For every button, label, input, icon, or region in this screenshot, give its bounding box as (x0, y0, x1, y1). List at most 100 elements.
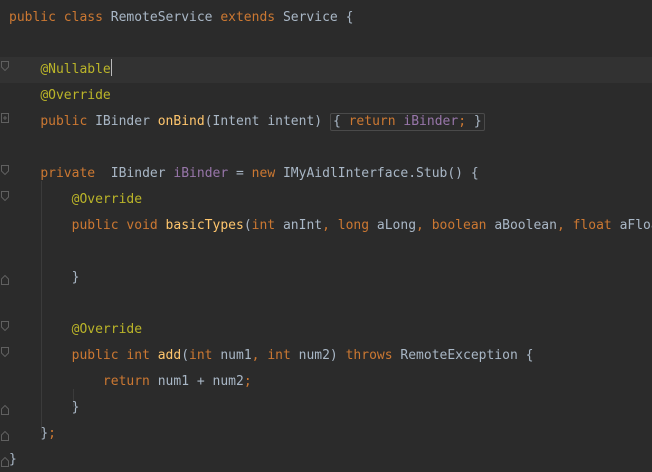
code-text: @Nullable (9, 57, 112, 83)
code-text: public class RemoteService extends Servi… (9, 5, 353, 31)
code-token: return (102, 374, 158, 389)
code-token: @Override (71, 192, 143, 207)
fold-marker-icon[interactable] (1, 61, 9, 71)
code-text: } (9, 447, 17, 472)
code-line[interactable]: @Override (0, 187, 652, 213)
code-token: IBinder (110, 166, 174, 181)
code-token: , (251, 348, 268, 363)
fold-marker-icon[interactable] (1, 321, 9, 331)
code-token: aFloat (619, 218, 652, 233)
code-token: (Intent intent) (204, 114, 330, 129)
code-line[interactable] (0, 135, 652, 161)
code-token: long (337, 218, 377, 233)
fold-marker-icon[interactable] (1, 457, 9, 467)
fold-marker-icon[interactable] (1, 431, 9, 441)
text-caret (110, 59, 112, 76)
code-line[interactable]: return num1 + num2; (0, 369, 652, 395)
code-token: RemoteService (110, 10, 221, 25)
code-token: aBoolean (494, 218, 557, 233)
fold-expand-icon[interactable] (1, 113, 9, 123)
code-text: @Override (9, 317, 142, 343)
code-line[interactable]: private IBinder iBinder = new IMyAidlInt… (0, 161, 652, 187)
code-token: boolean (431, 218, 495, 233)
code-token: iBinder (403, 114, 459, 129)
code-token: int (189, 348, 221, 363)
fold-marker-icon[interactable] (1, 275, 9, 285)
code-token: public class (9, 10, 111, 25)
code-token: } (71, 400, 80, 415)
code-token: int (267, 348, 299, 363)
code-token: @Override (71, 322, 143, 337)
code-token: } (473, 114, 482, 129)
code-line[interactable] (0, 239, 652, 265)
code-text: public void basicTypes(int anInt, long a… (9, 213, 652, 239)
code-token: Service { (282, 10, 354, 25)
code-line[interactable] (0, 31, 652, 57)
code-token: new (251, 166, 283, 181)
code-text: } (9, 395, 80, 421)
code-token: { (332, 114, 349, 129)
fold-marker-icon[interactable] (1, 347, 9, 357)
code-line[interactable]: public IBinder onBind(Intent intent) { r… (0, 109, 652, 135)
code-token: ( (181, 348, 190, 363)
code-line[interactable]: public void basicTypes(int anInt, long a… (0, 213, 652, 239)
code-token: RemoteException { (400, 348, 534, 363)
code-text: private IBinder iBinder = new IMyAidlInt… (9, 161, 479, 187)
code-token: @Nullable (40, 62, 111, 77)
code-token: onBind (157, 114, 205, 129)
code-token: ; (458, 114, 474, 129)
code-line[interactable]: } (0, 265, 652, 291)
code-token: basicTypes (165, 218, 244, 233)
fold-marker-icon[interactable] (1, 165, 9, 175)
code-token: public void (71, 218, 166, 233)
code-line[interactable]: public int add(int num1, int num2) throw… (0, 343, 652, 369)
code-token: } (71, 270, 80, 285)
fold-marker-icon[interactable] (1, 191, 9, 201)
code-line[interactable]: @Override (0, 83, 652, 109)
code-line-current[interactable]: @Nullable (0, 57, 652, 83)
code-text: @Override (9, 187, 142, 213)
code-token: throws (345, 348, 401, 363)
code-token: , (556, 218, 573, 233)
code-token: int (251, 218, 283, 233)
folded-code-block[interactable]: { return iBinder; } (329, 113, 485, 131)
code-token: ; (243, 374, 252, 389)
fold-marker-icon[interactable] (1, 405, 9, 415)
code-text: public int add(int num1, int num2) throw… (9, 343, 534, 369)
code-line[interactable]: }; (0, 421, 652, 447)
code-token: add (157, 348, 182, 363)
code-token: iBinder (173, 166, 237, 181)
code-line[interactable] (0, 291, 652, 317)
code-token: IBinder (95, 114, 158, 129)
code-token: public int (71, 348, 158, 363)
code-line[interactable]: public class RemoteService extends Servi… (0, 5, 652, 31)
code-token: IMyAidlInterface.Stub() { (282, 166, 479, 181)
code-text: return num1 + num2; (9, 369, 252, 395)
code-text: } (9, 265, 80, 291)
code-token: ( (243, 218, 252, 233)
code-text: public IBinder onBind(Intent intent) { r… (9, 109, 485, 135)
code-token: } (40, 426, 49, 441)
code-line[interactable]: } (0, 447, 652, 472)
code-editor[interactable]: public class RemoteService extends Servi… (0, 0, 652, 472)
code-line[interactable]: @Override (0, 317, 652, 343)
code-token: , (322, 218, 338, 233)
code-token: , (416, 218, 432, 233)
code-token: public (40, 114, 96, 129)
code-token: private (40, 166, 111, 181)
code-token: extends (220, 10, 283, 25)
code-text: }; (9, 421, 56, 447)
code-token: num1 (220, 348, 252, 363)
code-token: } (9, 452, 17, 467)
code-token: @Override (40, 88, 111, 103)
code-line[interactable]: } (0, 395, 652, 421)
